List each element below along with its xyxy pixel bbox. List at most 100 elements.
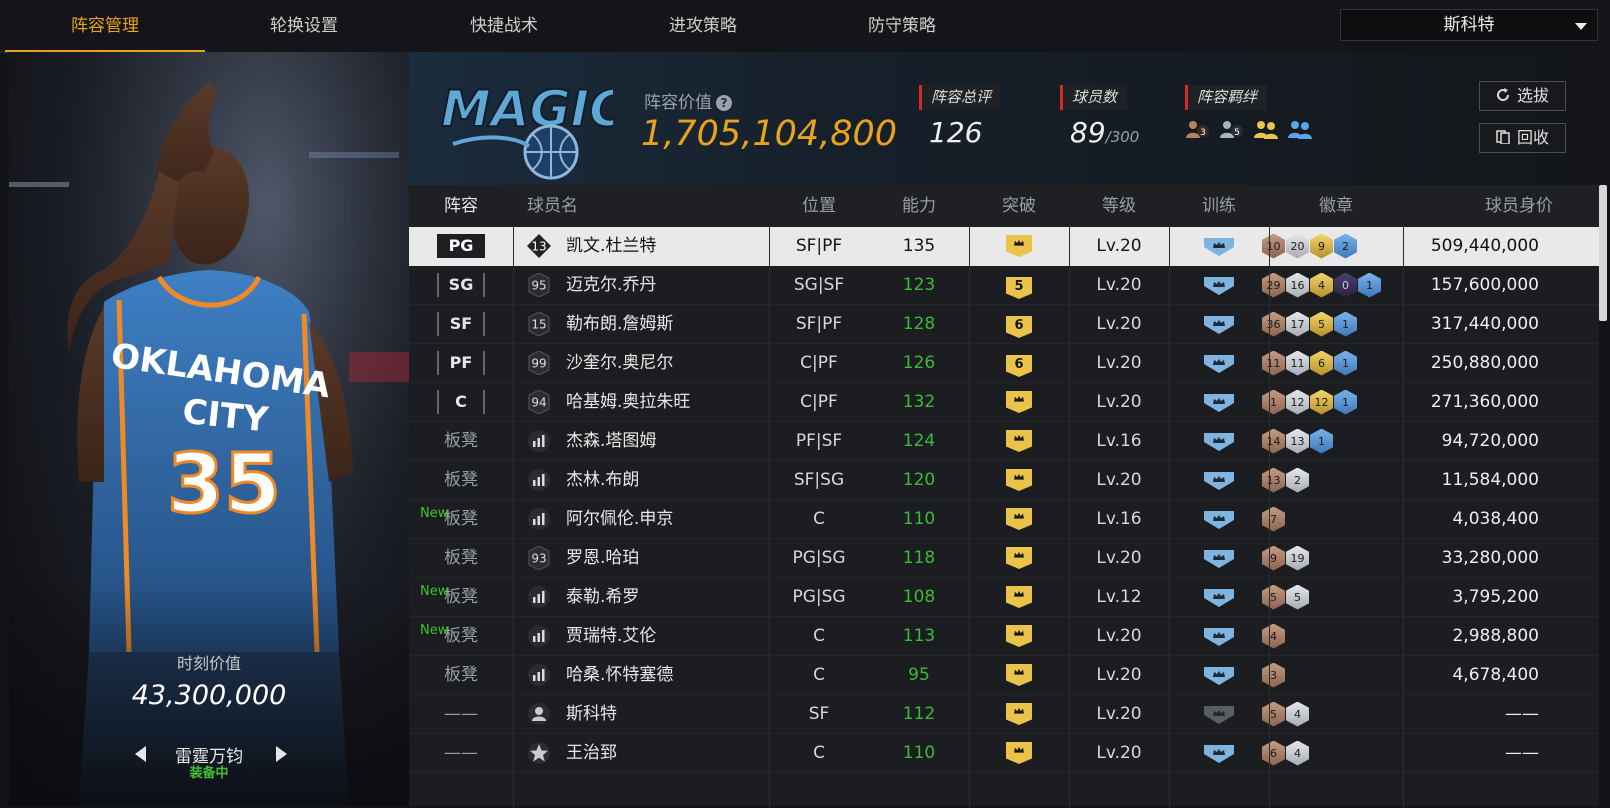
badge-bronze-icon[interactable]: 5: [1262, 701, 1285, 727]
badge-silver-icon[interactable]: 19: [1286, 545, 1309, 571]
tab-quick-tactics[interactable]: 快捷战术: [404, 0, 604, 50]
player-name[interactable]: 泰勒.希罗: [566, 578, 639, 616]
table-row[interactable]: New 板凳 贾瑞特.艾伦 C 113 Lv.20 4 2,988,800: [409, 617, 1599, 656]
select-player-button[interactable]: 选拔: [1479, 81, 1566, 111]
table-row[interactable]: C 94 哈基姆.奥拉朱旺 C|PF 132 Lv.20 1 12 12 1 271,360,000: [409, 383, 1599, 422]
player-name[interactable]: 杰森.塔图姆: [566, 422, 656, 460]
player-name[interactable]: 哈基姆.奥拉朱旺: [566, 383, 690, 421]
table-row[interactable]: PF 99 沙奎尔.奥尼尔 C|PF 126 6 Lv.20 11 11 6 1 250,880,00…: [409, 344, 1599, 383]
table-row[interactable]: SF 15 勒布朗.詹姆斯 SF|PF 128 6 Lv.20 36 17 5 1 317,440,0…: [409, 305, 1599, 344]
badge-blue-icon[interactable]: 1: [1310, 428, 1333, 454]
table-row[interactable]: —— 斯科特 SF 112 Lv.20 5 4 ——: [409, 695, 1599, 734]
badge-blue-icon[interactable]: 1: [1358, 272, 1381, 298]
coach-select[interactable]: 斯科特: [1340, 9, 1598, 41]
table-row[interactable]: New 板凳 泰勒.希罗 PG|SG 108 Lv.12 5 5 3,795,200: [409, 578, 1599, 617]
badge-gold-icon[interactable]: 9: [1310, 233, 1333, 259]
badge-blue-icon[interactable]: 1: [1334, 350, 1357, 376]
badge-gold-icon[interactable]: 4: [1310, 272, 1333, 298]
col-position[interactable]: 位置: [769, 185, 869, 227]
training-shield-icon[interactable]: [1204, 547, 1234, 569]
player-name[interactable]: 沙奎尔.奥尼尔: [566, 344, 673, 382]
col-training[interactable]: 训练: [1169, 185, 1269, 227]
training-shield-icon[interactable]: [1204, 586, 1234, 608]
badge-purple-icon[interactable]: 0: [1334, 272, 1357, 298]
badge-blue-icon[interactable]: 1: [1334, 311, 1357, 337]
player-name[interactable]: 杰林.布朗: [566, 461, 639, 499]
badge-silver-icon[interactable]: 16: [1286, 272, 1309, 298]
tab-lineup[interactable]: 阵容管理: [5, 0, 205, 52]
badge-bronze-icon[interactable]: 7: [1262, 506, 1285, 532]
badge-bronze-icon[interactable]: 13: [1262, 467, 1285, 493]
player-name[interactable]: 王治郅: [566, 734, 617, 772]
badge-bronze-icon[interactable]: 36: [1262, 311, 1285, 337]
badge-bronze-icon[interactable]: 10: [1262, 233, 1285, 259]
col-player-name[interactable]: 球员名: [527, 185, 581, 227]
table-row[interactable]: 板凳 杰林.布朗 SF|SG 120 Lv.20 13 2 11,584,000: [409, 461, 1599, 500]
badge-bronze-icon[interactable]: 3: [1262, 662, 1285, 688]
tab-rotation[interactable]: 轮换设置: [204, 0, 404, 50]
training-shield-icon[interactable]: [1204, 235, 1234, 257]
badge-blue-icon[interactable]: 1: [1334, 389, 1357, 415]
badge-silver-icon[interactable]: 11: [1286, 350, 1309, 376]
training-shield-icon[interactable]: [1204, 469, 1234, 491]
badge-silver-icon[interactable]: 17: [1286, 311, 1309, 337]
badge-silver-icon[interactable]: 2: [1286, 467, 1309, 493]
badge-silver-icon[interactable]: 13: [1286, 428, 1309, 454]
tab-offense[interactable]: 进攻策略: [603, 0, 803, 50]
training-shield-icon[interactable]: [1204, 391, 1234, 413]
col-ability[interactable]: 能力: [869, 185, 969, 227]
table-row[interactable]: 板凳 杰森.塔图姆 PF|SF 124 Lv.16 14 13 1 94,720,000: [409, 422, 1599, 461]
lineup-position-tag[interactable]: PF: [437, 351, 485, 375]
player-name[interactable]: 勒布朗.詹姆斯: [566, 305, 673, 343]
badge-bronze-icon[interactable]: 29: [1262, 272, 1285, 298]
player-name[interactable]: 阿尔佩伦.申京: [566, 500, 673, 538]
badge-gold-icon[interactable]: 6: [1310, 350, 1333, 376]
next-card-arrow-icon[interactable]: [276, 746, 287, 762]
player-name[interactable]: 凯文.杜兰特: [566, 227, 656, 265]
player-name[interactable]: 迈克尔.乔丹: [566, 266, 656, 304]
table-row[interactable]: 板凳 哈桑.怀特塞德 C 95 Lv.20 3 4,678,400: [409, 656, 1599, 695]
bond-group-silver-icon[interactable]: 5: [1219, 118, 1245, 142]
table-row[interactable]: SG 95 迈克尔.乔丹 SG|SF 123 5 Lv.20 29 16 4 0 1 157,600,0…: [409, 266, 1599, 305]
col-lineup[interactable]: 阵容: [409, 185, 513, 227]
lineup-position-tag[interactable]: PG: [437, 234, 485, 258]
training-shield-icon[interactable]: [1204, 625, 1234, 647]
player-name[interactable]: 斯科特: [566, 695, 617, 733]
col-worth[interactable]: 球员身价: [1403, 185, 1553, 227]
badge-bronze-icon[interactable]: 4: [1262, 623, 1285, 649]
badge-bronze-icon[interactable]: 5: [1262, 584, 1285, 610]
badge-silver-icon[interactable]: 4: [1286, 701, 1309, 727]
badge-silver-icon[interactable]: 5: [1286, 584, 1309, 610]
col-level[interactable]: 等级: [1069, 185, 1169, 227]
badge-bronze-icon[interactable]: 9: [1262, 545, 1285, 571]
badge-silver-icon[interactable]: 12: [1286, 389, 1309, 415]
col-breakthrough[interactable]: 突破: [969, 185, 1069, 227]
badge-gold-icon[interactable]: 5: [1310, 311, 1333, 337]
player-name[interactable]: 罗恩.哈珀: [566, 539, 639, 577]
tab-defense[interactable]: 防守策略: [802, 0, 1002, 50]
table-scrollbar[interactable]: [1599, 185, 1607, 321]
badge-bronze-icon[interactable]: 11: [1262, 350, 1285, 376]
badge-gold-icon[interactable]: 12: [1310, 389, 1333, 415]
training-shield-icon[interactable]: [1204, 274, 1234, 296]
badge-bronze-icon[interactable]: 1: [1262, 389, 1285, 415]
training-shield-icon[interactable]: [1204, 352, 1234, 374]
lineup-position-tag[interactable]: SG: [437, 273, 485, 297]
player-name[interactable]: 哈桑.怀特塞德: [566, 656, 673, 694]
recycle-button[interactable]: 回收: [1479, 123, 1566, 153]
badge-bronze-icon[interactable]: 6: [1262, 740, 1285, 766]
badge-blue-icon[interactable]: 2: [1334, 233, 1357, 259]
lineup-position-tag[interactable]: SF: [437, 312, 485, 336]
bond-group-gold-icon[interactable]: [1253, 118, 1279, 142]
table-row[interactable]: —— 王治郅 C 110 Lv.20 6 4 ——: [409, 734, 1599, 773]
badge-silver-icon[interactable]: 4: [1286, 740, 1309, 766]
col-badges[interactable]: 徽章: [1269, 185, 1403, 227]
bond-group-bronze-icon[interactable]: 3: [1185, 118, 1211, 142]
bond-group-blue-icon[interactable]: [1287, 118, 1313, 142]
table-row[interactable]: New 板凳 阿尔佩伦.申京 C 110 Lv.16 7 4,038,400: [409, 500, 1599, 539]
table-row[interactable]: 板凳 93 罗恩.哈珀 PG|SG 118 Lv.20 9 19 33,280,000: [409, 539, 1599, 578]
training-shield-icon[interactable]: [1204, 742, 1234, 764]
training-shield-icon[interactable]: [1204, 508, 1234, 530]
training-shield-icon[interactable]: [1204, 313, 1234, 335]
player-name[interactable]: 贾瑞特.艾伦: [566, 617, 656, 655]
